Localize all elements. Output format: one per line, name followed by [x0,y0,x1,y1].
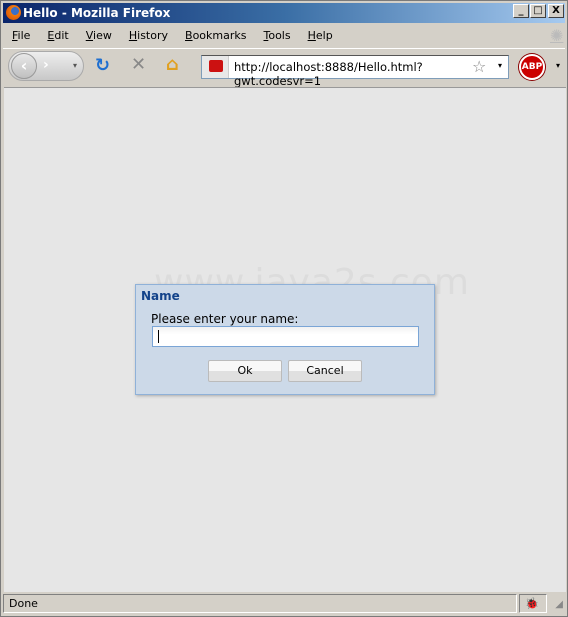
firebug-icon[interactable]: 🐞 [519,594,547,613]
forward-button[interactable]: › [43,57,49,73]
close-button[interactable]: X [548,4,564,18]
dialog-title[interactable]: Name [141,289,180,303]
title-bar: Hello - Mozilla Firefox [3,3,565,23]
menu-edit[interactable]: Edit [47,29,68,42]
menu-bookmarks[interactable]: Bookmarks [185,29,246,42]
menu-tools[interactable]: Tools [263,29,290,42]
throbber-icon: ✺ [550,25,564,45]
minimize-button[interactable]: _ [513,4,529,18]
back-button[interactable]: ‹ [11,53,37,79]
menu-view[interactable]: View [86,29,112,42]
bookmark-star-icon[interactable]: ☆ [472,57,486,76]
site-identity-icon[interactable] [202,56,229,78]
url-dropdown-icon[interactable]: ▾ [498,61,502,70]
text-caret [158,330,159,343]
url-bar[interactable]: http://localhost:8888/Hello.html?gwt.cod… [201,55,509,88]
adblock-plus-button[interactable]: ABP [519,54,545,80]
browser-window: Hello - Mozilla Firefox _ □ X File Edit … [0,0,568,617]
reload-icon[interactable]: ↻ [95,55,110,76]
cancel-button[interactable]: Cancel [288,360,362,382]
menu-file[interactable]: File [12,29,30,42]
name-dialog: Name Please enter your name: Ok Cancel [135,284,435,395]
status-text: Done [3,594,517,613]
history-dropdown-icon[interactable]: ▾ [73,61,77,70]
adblock-dropdown-icon[interactable]: ▾ [556,61,560,70]
status-bar: Done 🐞 ◢ [3,594,565,615]
resize-grip[interactable]: ◢ [547,594,563,615]
ok-button[interactable]: Ok [208,360,282,382]
menu-bar: File Edit View History Bookmarks Tools H… [3,25,565,45]
firefox-logo-icon [6,5,21,20]
window-title: Hello - Mozilla Firefox [23,6,171,20]
navigation-toolbar: ‹ › ▾ ↻ ✕ ⌂ http://localhost:8888/Hello.… [3,48,565,88]
url-text[interactable]: http://localhost:8888/Hello.html?gwt.cod… [234,60,508,88]
back-forward-group: ‹ › ▾ [8,51,84,81]
menu-history[interactable]: History [129,29,168,42]
name-label: Please enter your name: [151,312,299,326]
home-icon[interactable]: ⌂ [166,54,179,75]
name-input[interactable] [152,326,419,347]
stop-icon[interactable]: ✕ [131,54,146,75]
maximize-button[interactable]: □ [530,4,546,18]
menu-help[interactable]: Help [308,29,333,42]
page-content: www.java2s.com Name Please enter your na… [4,87,566,592]
